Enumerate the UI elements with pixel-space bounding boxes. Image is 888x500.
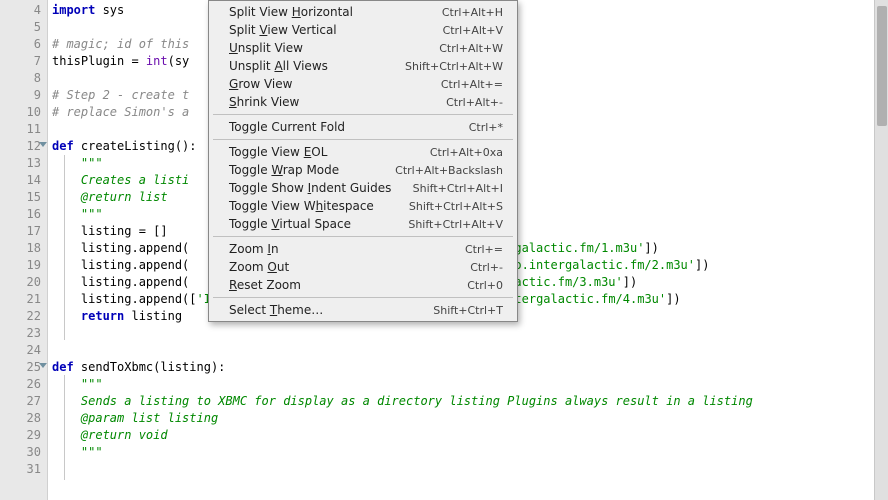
line-number: 18 — [2, 240, 41, 257]
line-number: 12 — [2, 138, 41, 155]
line-number: 20 — [2, 274, 41, 291]
menu-item-label: Split View Horizontal — [229, 5, 353, 19]
line-number: 27 — [2, 393, 41, 410]
menu-item-zoom-out[interactable]: Zoom Out Ctrl+- — [209, 258, 517, 276]
line-number: 21 — [2, 291, 41, 308]
line-number: 8 — [2, 70, 41, 87]
code-line[interactable]: @return void — [52, 427, 888, 444]
menu-item-accelerator: Ctrl+Alt+= — [441, 78, 503, 91]
menu-item-label: Zoom Out — [229, 260, 289, 274]
menu-item-accelerator: Ctrl+Alt+0xa — [430, 146, 503, 159]
menu-item-label: Toggle Virtual Space — [229, 217, 351, 231]
menu-item-label: Unsplit All Views — [229, 59, 328, 73]
menu-item-accelerator: Ctrl+Alt+H — [442, 6, 503, 19]
line-number: 9 — [2, 87, 41, 104]
menu-item-accelerator: Ctrl+0 — [467, 279, 503, 292]
line-number: 14 — [2, 172, 41, 189]
line-number: 11 — [2, 121, 41, 138]
menu-item-accelerator: Shift+Ctrl+T — [433, 304, 503, 317]
menu-item-unsplit-view[interactable]: Unsplit View Ctrl+Alt+W — [209, 39, 517, 57]
code-line[interactable]: """ — [52, 376, 888, 393]
menu-item-label: Select Theme… — [229, 303, 323, 317]
code-line[interactable] — [52, 325, 888, 342]
line-number: 31 — [2, 461, 41, 478]
line-number-gutter: 4567891011121314151617181920212223242526… — [0, 0, 48, 500]
code-line[interactable]: @param list listing — [52, 410, 888, 427]
line-number: 5 — [2, 19, 41, 36]
line-number: 25 — [2, 359, 41, 376]
menu-item-accelerator: Ctrl+Alt+Backslash — [395, 164, 503, 177]
view-context-menu: Split View HorizontalCtrl+Alt+HSplit Vie… — [208, 0, 518, 322]
menu-separator — [213, 236, 513, 237]
menu-item-reset-zoom[interactable]: Reset Zoom Ctrl+0 — [209, 276, 517, 294]
code-line[interactable]: def sendToXbmc(listing): — [52, 359, 888, 376]
menu-item-accelerator: Shift+Ctrl+Alt+W — [405, 60, 503, 73]
menu-item-label: Shrink View — [229, 95, 299, 109]
menu-item-toggle-wrap-mode[interactable]: Toggle Wrap Mode Ctrl+Alt+Backslash — [209, 161, 517, 179]
menu-item-toggle-current-fold[interactable]: Toggle Current Fold Ctrl+* — [209, 118, 517, 136]
line-number: 29 — [2, 427, 41, 444]
code-line[interactable] — [52, 461, 888, 478]
menu-item-label: Toggle Show Indent Guides — [229, 181, 391, 195]
menu-item-accelerator: Shift+Ctrl+Alt+S — [409, 200, 503, 213]
fold-marker-icon[interactable] — [39, 142, 47, 147]
menu-item-label: Unsplit View — [229, 41, 303, 55]
menu-item-select-theme[interactable]: Select Theme… Shift+Ctrl+T — [209, 301, 517, 319]
line-number: 10 — [2, 104, 41, 121]
code-line[interactable]: Sends a listing to XBMC for display as a… — [52, 393, 888, 410]
menu-item-accelerator: Shift+Ctrl+Alt+I — [413, 182, 503, 195]
line-number: 17 — [2, 223, 41, 240]
menu-separator — [213, 297, 513, 298]
indent-guide — [64, 155, 65, 340]
code-line[interactable]: """ — [52, 444, 888, 461]
line-number: 24 — [2, 342, 41, 359]
menu-item-label: Toggle Wrap Mode — [229, 163, 339, 177]
menu-item-accelerator: Shift+Ctrl+Alt+V — [408, 218, 503, 231]
menu-item-unsplit-all-views[interactable]: Unsplit All Views Shift+Ctrl+Alt+W — [209, 57, 517, 75]
line-number: 28 — [2, 410, 41, 427]
menu-item-accelerator: Ctrl+* — [469, 121, 503, 134]
menu-item-shrink-view[interactable]: Shrink View Ctrl+Alt+- — [209, 93, 517, 111]
menu-item-zoom-in[interactable]: Zoom In Ctrl+= — [209, 240, 517, 258]
indent-guide — [64, 375, 65, 480]
line-number: 7 — [2, 53, 41, 70]
menu-item-accelerator: Ctrl+Alt+V — [443, 24, 503, 37]
menu-item-accelerator: Ctrl+Alt+- — [446, 96, 503, 109]
line-number: 6 — [2, 36, 41, 53]
line-number: 4 — [2, 2, 41, 19]
menu-item-label: Toggle View EOL — [229, 145, 327, 159]
menu-item-split-view-vertical[interactable]: Split View Vertical Ctrl+Alt+V — [209, 21, 517, 39]
menu-item-label: Split View Vertical — [229, 23, 337, 37]
vertical-scrollbar[interactable] — [874, 0, 888, 500]
menu-separator — [213, 139, 513, 140]
line-number: 19 — [2, 257, 41, 274]
menu-separator — [213, 114, 513, 115]
code-line[interactable] — [52, 342, 888, 359]
menu-item-label: Grow View — [229, 77, 292, 91]
line-number: 16 — [2, 206, 41, 223]
line-number: 23 — [2, 325, 41, 342]
line-number: 26 — [2, 376, 41, 393]
menu-item-toggle-show-indent-guides[interactable]: Toggle Show Indent Guides Shift+Ctrl+Alt+… — [209, 179, 517, 197]
menu-item-split-view-horizontal[interactable]: Split View Horizontal Ctrl+Alt+H — [209, 3, 517, 21]
menu-item-label: Toggle Current Fold — [229, 120, 345, 134]
line-number: 30 — [2, 444, 41, 461]
menu-item-label: Reset Zoom — [229, 278, 301, 292]
menu-item-toggle-view-whitespace[interactable]: Toggle View Whitespace Shift+Ctrl+Alt+S — [209, 197, 517, 215]
line-number: 15 — [2, 189, 41, 206]
line-number: 13 — [2, 155, 41, 172]
menu-item-accelerator: Ctrl+Alt+W — [439, 42, 503, 55]
menu-item-label: Zoom In — [229, 242, 279, 256]
menu-item-label: Toggle View Whitespace — [229, 199, 374, 213]
menu-item-toggle-virtual-space[interactable]: Toggle Virtual Space Shift+Ctrl+Alt+V — [209, 215, 517, 233]
scroll-thumb[interactable] — [877, 6, 887, 126]
menu-item-grow-view[interactable]: Grow View Ctrl+Alt+= — [209, 75, 517, 93]
menu-item-accelerator: Ctrl+= — [465, 243, 503, 256]
fold-marker-icon[interactable] — [39, 363, 47, 368]
menu-item-accelerator: Ctrl+- — [470, 261, 503, 274]
menu-item-toggle-view-eol[interactable]: Toggle View EOL Ctrl+Alt+0xa — [209, 143, 517, 161]
line-number: 22 — [2, 308, 41, 325]
